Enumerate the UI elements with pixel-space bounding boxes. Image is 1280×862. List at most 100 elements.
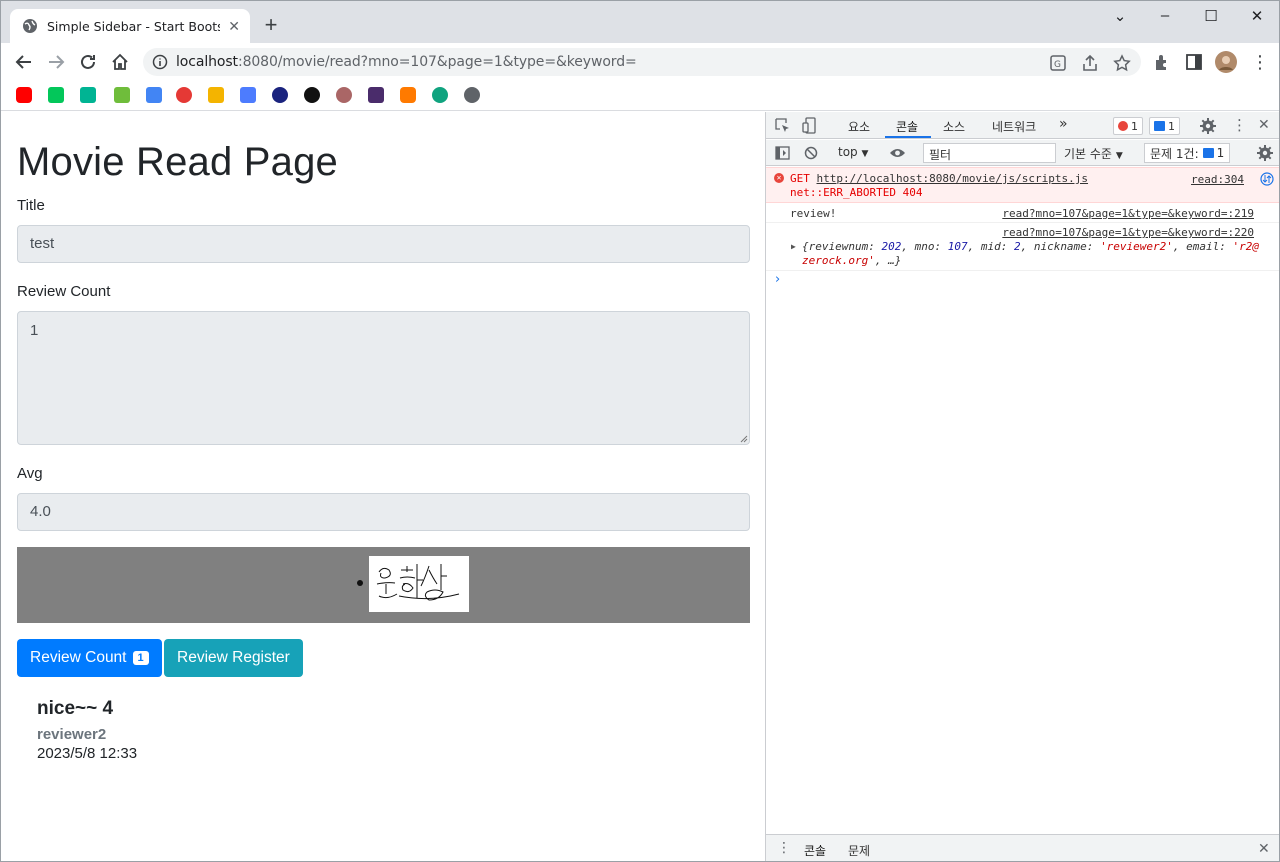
review-count-textarea[interactable]: 1 — [17, 311, 750, 445]
review-count-label: Review Count — [17, 283, 111, 300]
close-drawer-icon[interactable]: ✕ — [1258, 841, 1270, 857]
message-icon — [1202, 148, 1214, 158]
issues-button[interactable]: 문제 1건: 1 — [1144, 143, 1231, 163]
review-user: reviewer2 — [37, 726, 107, 743]
new-tab-button[interactable]: + — [259, 14, 283, 38]
settings-gear-icon[interactable] — [1200, 118, 1216, 134]
bookmark-favicon-icon[interactable] — [368, 87, 384, 103]
tab-elements[interactable]: 요소 — [848, 118, 870, 135]
url-text: localhost:8080/movie/read?mno=107&page=1… — [176, 54, 637, 70]
console-object-message: read?mno=107&page=1&type=&keyword=:220 ▶… — [766, 223, 1279, 271]
avg-label: Avg — [17, 465, 43, 482]
drawer-tab-console[interactable]: 콘솔 — [804, 842, 826, 859]
bookmark-favicon-icon[interactable] — [272, 87, 288, 103]
filter-input[interactable]: 필터 — [923, 143, 1056, 163]
devtools-panel: 요소 콘솔 소스 네트워크 » 1 1 ⋮ ✕ top ▼ 필터 기본 수준 ▼… — [765, 112, 1279, 861]
bookmark-favicon-icon[interactable] — [114, 87, 130, 103]
tab-network[interactable]: 네트워크 — [992, 118, 1036, 135]
review-date: 2023/5/8 12:33 — [37, 745, 138, 762]
list-bullet — [357, 580, 363, 586]
tab-search-icon[interactable]: ⌄ — [1109, 7, 1131, 25]
object-source-link[interactable]: read?mno=107&page=1&type=&keyword=:220 — [1002, 226, 1254, 239]
message-counter[interactable]: 1 — [1149, 117, 1180, 135]
review-register-button[interactable]: Review Register — [164, 639, 303, 677]
browser-tab[interactable]: Simple Sidebar - Start Bootstrap ✕ — [10, 9, 250, 43]
bookmark-favicon-icon[interactable] — [336, 87, 352, 103]
dropdown-arrow-icon: ▼ — [1115, 151, 1123, 161]
page-title: Movie Read Page — [17, 140, 338, 184]
close-devtools-icon[interactable]: ✕ — [1258, 117, 1270, 133]
bookmark-favicon-icon[interactable] — [48, 87, 64, 103]
minimize-icon[interactable]: – — [1154, 7, 1176, 25]
bookmarks-bar — [1, 81, 1279, 111]
error-counter[interactable]: 1 — [1113, 117, 1143, 135]
more-tabs-icon[interactable]: » — [1059, 116, 1068, 132]
review-count-badge: 1 — [132, 651, 149, 665]
close-window-icon[interactable]: ✕ — [1246, 7, 1268, 25]
devtools-menu-icon[interactable]: ⋮ — [1232, 116, 1247, 134]
devtools-drawer-tabbar: ⋮ 콘솔 문제 ✕ — [766, 834, 1279, 861]
expand-triangle-icon[interactable]: ▶ — [791, 242, 796, 251]
clear-console-icon[interactable] — [804, 146, 818, 160]
avg-input[interactable]: 4.0 — [17, 493, 750, 531]
close-tab-icon[interactable]: ✕ — [228, 18, 240, 35]
drawer-menu-icon[interactable]: ⋮ — [777, 840, 791, 856]
bookmark-favicon-icon[interactable] — [400, 87, 416, 103]
network-request-icon[interactable] — [1260, 172, 1274, 186]
context-selector[interactable]: top ▼ — [838, 145, 868, 159]
browser-window: Simple Sidebar - Start Bootstrap ✕ + ⌄ –… — [0, 0, 1280, 862]
extensions-icon[interactable] — [1152, 52, 1172, 72]
tab-console[interactable]: 콘솔 — [896, 118, 918, 135]
drawer-tab-issues[interactable]: 문제 — [848, 842, 870, 859]
log-source-link[interactable]: read?mno=107&page=1&type=&keyword=:219 — [1002, 207, 1254, 220]
maximize-icon[interactable]: ☐ — [1200, 7, 1222, 25]
bookmark-favicon-icon[interactable] — [208, 87, 224, 103]
message-icon — [1154, 121, 1165, 131]
console-filter-bar: top ▼ 필터 기본 수준 ▼ 문제 1건: 1 — [766, 140, 1279, 166]
translate-icon[interactable]: G — [1049, 54, 1067, 72]
object-preview[interactable]: {reviewnum: 202, mno: 107, mid: 2, nickn… — [802, 240, 1259, 253]
profile-avatar[interactable] — [1215, 51, 1237, 73]
bookmark-favicon-icon[interactable] — [464, 87, 480, 103]
poster-carousel — [17, 547, 750, 623]
bookmark-favicon-icon[interactable] — [240, 87, 256, 103]
address-bar[interactable]: localhost:8080/movie/read?mno=107&page=1… — [143, 48, 1141, 76]
bookmark-star-icon[interactable] — [1113, 54, 1131, 72]
bookmark-favicon-icon[interactable] — [176, 87, 192, 103]
console-settings-gear-icon[interactable] — [1257, 145, 1273, 161]
inspect-element-icon[interactable] — [775, 118, 790, 133]
review-count-button[interactable]: Review Count 1 — [17, 639, 162, 677]
share-icon[interactable] — [1081, 54, 1099, 72]
review-item[interactable]: nice~~ 4 reviewer2 2023/5/8 12:33 — [37, 698, 137, 762]
error-url-link[interactable]: http://localhost:8080/movie/js/scripts.j… — [817, 172, 1089, 185]
back-icon[interactable] — [12, 50, 36, 74]
poster-thumbnail-image[interactable] — [369, 556, 469, 612]
reload-icon[interactable] — [76, 50, 100, 74]
side-panel-icon[interactable] — [1184, 52, 1204, 72]
console-log-message: review! read?mno=107&page=1&type=&keywor… — [766, 203, 1279, 223]
active-tab-indicator — [885, 136, 931, 138]
bookmark-favicon-icon[interactable] — [80, 87, 96, 103]
console-prompt[interactable]: › — [775, 272, 780, 287]
svg-text:G: G — [1054, 60, 1061, 70]
web-page: Movie Read Page Title test Review Count … — [1, 112, 765, 861]
title-input[interactable]: test — [17, 225, 750, 263]
bookmark-favicon-icon[interactable] — [16, 87, 32, 103]
tab-sources[interactable]: 소스 — [943, 118, 965, 135]
bookmark-favicon-icon[interactable] — [432, 87, 448, 103]
error-icon — [1118, 121, 1128, 131]
bookmark-favicon-icon[interactable] — [304, 87, 320, 103]
info-icon[interactable] — [152, 54, 168, 70]
review-text: nice~~ 4 — [37, 698, 114, 719]
resize-handle-icon[interactable] — [739, 434, 748, 443]
forward-icon[interactable] — [44, 50, 68, 74]
dropdown-arrow-icon: ▼ — [861, 149, 869, 159]
bookmark-favicon-icon[interactable] — [146, 87, 162, 103]
sidebar-toggle-icon[interactable] — [775, 146, 790, 160]
home-icon[interactable] — [108, 50, 132, 74]
live-expression-eye-icon[interactable] — [889, 147, 906, 159]
log-level-selector[interactable]: 기본 수준 ▼ — [1064, 145, 1123, 162]
menu-kebab-icon[interactable]: ⋮ — [1250, 52, 1270, 72]
error-source-link[interactable]: read:304 — [1191, 173, 1244, 186]
device-toolbar-icon[interactable] — [802, 117, 817, 134]
